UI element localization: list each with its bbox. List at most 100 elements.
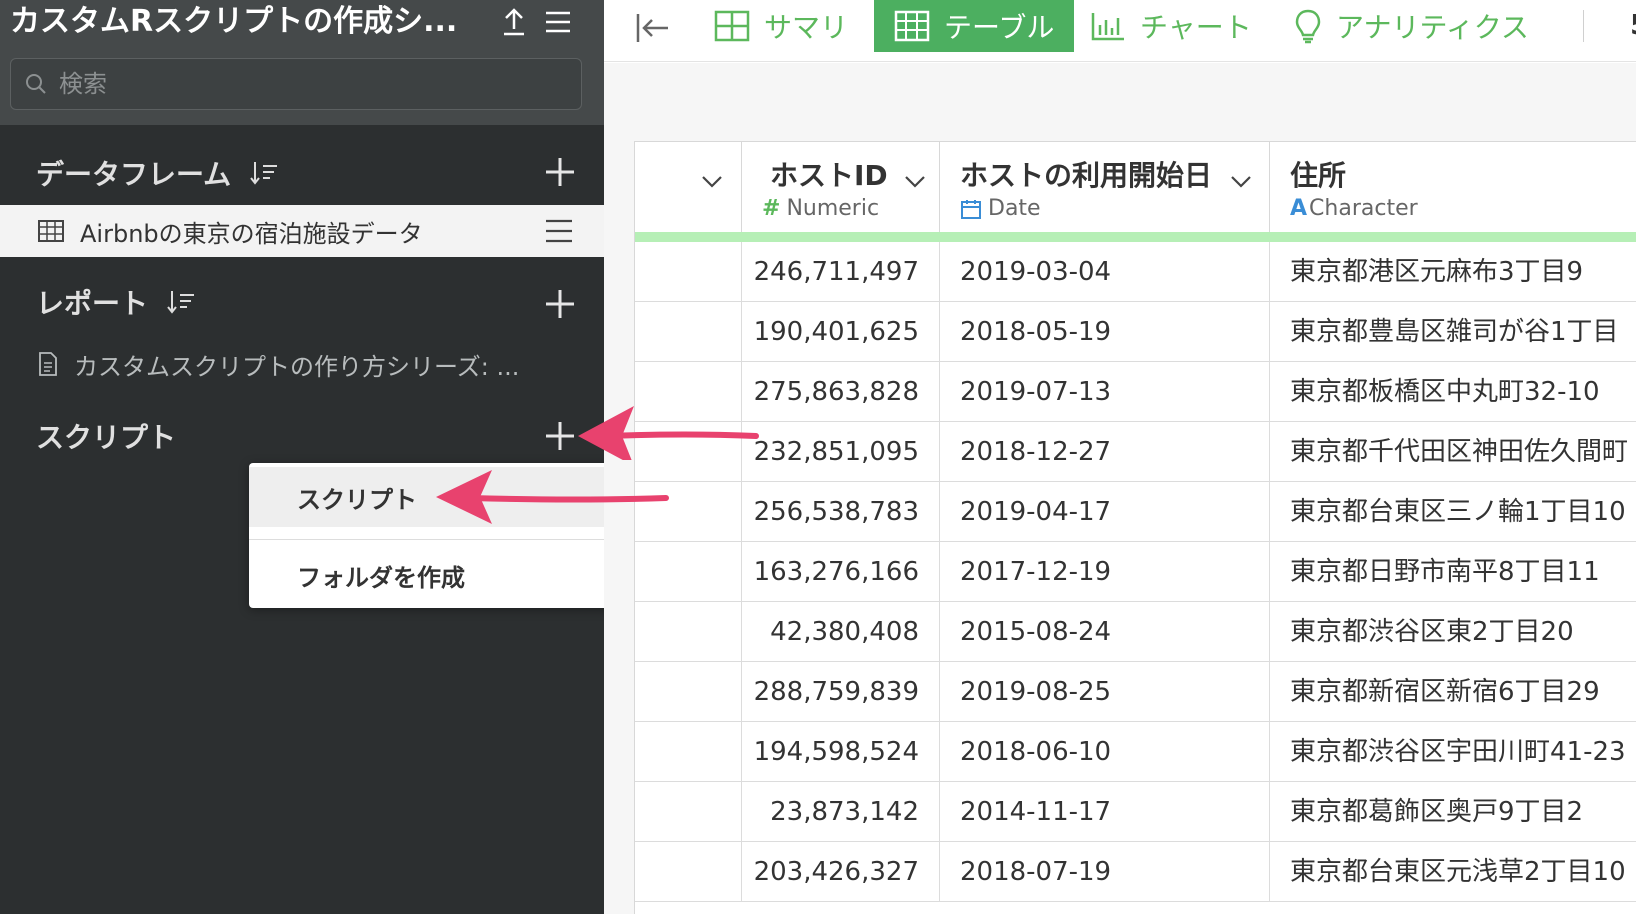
host-id-cell[interactable]: 275,863,828: [742, 362, 940, 422]
host-since-cell[interactable]: 2015-08-24: [940, 602, 1270, 662]
address-cell[interactable]: 東京都台東区三ノ輪1丁目10: [1270, 482, 1636, 542]
tab-chart[interactable]: チャート: [1090, 0, 1252, 52]
address-cell[interactable]: 東京都日野市南平8丁目11: [1270, 542, 1636, 602]
host-since-cell[interactable]: 2018-06-10: [940, 722, 1270, 782]
top-toolbar: サマリ テーブル チャート アナリティクス 5: [604, 0, 1636, 62]
tab-analytics[interactable]: アナリティクス: [1294, 0, 1529, 52]
column-type: # Numeric: [762, 196, 879, 221]
column-type-label: Numeric: [786, 196, 880, 221]
column-type-label: Date: [988, 196, 1041, 221]
dataframes-header-label: データフレーム: [36, 158, 232, 191]
table-row: 163,276,166 2017-12-19 東京都日野市南平8丁目11: [635, 542, 1636, 602]
host-since-cell[interactable]: 2019-07-13: [940, 362, 1270, 422]
row-index-cell[interactable]: [635, 242, 742, 302]
table-row: 203,426,327 2018-07-19 東京都台東区元浅草2丁目10: [635, 842, 1636, 902]
report-item-label: カスタムスクリプトの作り方シリーズ: ...: [74, 352, 520, 381]
table-row: 256,538,783 2019-04-17 東京都台東区三ノ輪1丁目10: [635, 482, 1636, 542]
host-id-cell[interactable]: 42,380,408: [742, 602, 940, 662]
tab-summary[interactable]: サマリ: [714, 0, 848, 52]
bar-chart-icon: [1091, 13, 1124, 41]
address-cell[interactable]: 東京都渋谷区宇田川町41-23: [1270, 722, 1636, 782]
host-since-cell[interactable]: 2019-08-25: [940, 662, 1270, 722]
host-id-cell[interactable]: 288,759,839: [742, 662, 940, 722]
row-index-cell[interactable]: [635, 842, 742, 902]
column-header-host-since[interactable]: ホストの利用開始日 Date: [940, 142, 1270, 232]
address-cell[interactable]: 東京都台東区元浅草2丁目10: [1270, 842, 1636, 902]
dropdown-item-create-folder[interactable]: フォルダを作成: [249, 545, 611, 605]
address-cell[interactable]: 東京都葛飾区奥戸9丁目2: [1270, 782, 1636, 842]
table-row: 194,598,524 2018-06-10 東京都渋谷区宇田川町41-23: [635, 722, 1636, 782]
search-input[interactable]: [59, 70, 559, 98]
add-dataframe-icon[interactable]: [542, 154, 578, 190]
table-header-row: ホストID # Numeric ホストの利用開始日 Date 住所 A Char…: [635, 142, 1636, 232]
address-cell[interactable]: 東京都港区元麻布3丁目9: [1270, 242, 1636, 302]
host-id-cell[interactable]: 163,276,166: [742, 542, 940, 602]
sidebar: カスタムRスクリプトの作成シ... データフレーム Airbnbの東京の宿泊施設…: [0, 0, 604, 914]
table-row: 246,711,497 2019-03-04 東京都港区元麻布3丁目9: [635, 242, 1636, 302]
dataframe-item-label: Airbnbの東京の宿泊施設データ: [80, 219, 423, 248]
hamburger-menu-icon[interactable]: [540, 4, 576, 40]
dataframes-section-header: データフレーム: [36, 153, 279, 193]
sort-icon[interactable]: [166, 287, 196, 317]
column-name: 住所: [1290, 159, 1347, 192]
grid-icon: [714, 10, 750, 42]
tab-table[interactable]: テーブル: [874, 0, 1075, 52]
host-id-cell[interactable]: 203,426,327: [742, 842, 940, 902]
host-id-cell[interactable]: 256,538,783: [742, 482, 940, 542]
tab-chart-label: チャート: [1140, 11, 1252, 44]
collapse-sidebar-icon[interactable]: [632, 8, 672, 48]
calendar-icon: [961, 199, 981, 219]
table-row: 232,851,095 2018-12-27 東京都千代田区神田佐久間町: [635, 422, 1636, 482]
host-since-cell[interactable]: 2018-12-27: [940, 422, 1270, 482]
row-index-cell[interactable]: [635, 602, 742, 662]
host-id-cell[interactable]: 232,851,095: [742, 422, 940, 482]
add-script-icon[interactable]: [542, 418, 578, 454]
host-since-cell[interactable]: 2019-04-17: [940, 482, 1270, 542]
host-id-cell[interactable]: 23,873,142: [742, 782, 940, 842]
add-report-icon[interactable]: [542, 286, 578, 322]
address-cell[interactable]: 東京都渋谷区東2丁目20: [1270, 602, 1636, 662]
lightbulb-icon: [1295, 9, 1321, 44]
address-cell[interactable]: 東京都豊島区雑司が谷1丁目: [1270, 302, 1636, 362]
search-box[interactable]: [10, 58, 582, 110]
search-icon: [26, 74, 46, 94]
row-index-cell[interactable]: [635, 722, 742, 782]
column-name: ホストの利用開始日: [960, 159, 1213, 192]
column-header-address[interactable]: 住所 A Character: [1270, 142, 1636, 232]
sort-icon[interactable]: [249, 158, 279, 188]
host-since-cell[interactable]: 2014-11-17: [940, 782, 1270, 842]
dropdown-item-script[interactable]: スクリプト: [249, 467, 611, 527]
host-since-cell[interactable]: 2017-12-19: [940, 542, 1270, 602]
address-cell[interactable]: 東京都板橋区中丸町32-10: [1270, 362, 1636, 422]
host-id-cell[interactable]: 190,401,625: [742, 302, 940, 362]
host-id-cell[interactable]: 194,598,524: [742, 722, 940, 782]
column-name: ホストID: [770, 159, 888, 192]
host-since-cell[interactable]: 2018-05-19: [940, 302, 1270, 362]
numeric-type-icon: #: [762, 196, 781, 221]
row-index-cell[interactable]: [635, 542, 742, 602]
row-index-cell[interactable]: [635, 422, 742, 482]
report-item[interactable]: カスタムスクリプトの作り方シリーズ: ...: [38, 346, 568, 382]
chevron-down-icon[interactable]: [902, 168, 928, 194]
row-index-cell[interactable]: [635, 362, 742, 422]
host-since-cell[interactable]: 2019-03-04: [940, 242, 1270, 302]
host-id-cell[interactable]: 246,711,497: [742, 242, 940, 302]
row-index-cell[interactable]: [635, 782, 742, 842]
address-cell[interactable]: 東京都千代田区神田佐久間町: [1270, 422, 1636, 482]
address-cell[interactable]: 東京都新宿区新宿6丁目29: [1270, 662, 1636, 722]
dataframe-menu-icon[interactable]: [544, 217, 574, 245]
upload-icon[interactable]: [496, 4, 532, 40]
dataframe-item[interactable]: Airbnbの東京の宿泊施設データ: [0, 205, 604, 257]
project-title[interactable]: カスタムRスクリプトの作成シ...: [10, 2, 490, 42]
table-row: 275,863,828 2019-07-13 東京都板橋区中丸町32-10: [635, 362, 1636, 422]
table-icon: [894, 10, 930, 42]
chevron-down-icon[interactable]: [699, 168, 725, 194]
table-row: 42,380,408 2015-08-24 東京都渋谷区東2丁目20: [635, 602, 1636, 662]
row-index-cell[interactable]: [635, 482, 742, 542]
column-header-host-id[interactable]: ホストID # Numeric: [742, 142, 940, 232]
chevron-down-icon[interactable]: [1228, 168, 1254, 194]
host-since-cell[interactable]: 2018-07-19: [940, 842, 1270, 902]
character-type-icon: A: [1290, 196, 1308, 221]
row-index-cell[interactable]: [635, 662, 742, 722]
row-index-cell[interactable]: [635, 302, 742, 362]
